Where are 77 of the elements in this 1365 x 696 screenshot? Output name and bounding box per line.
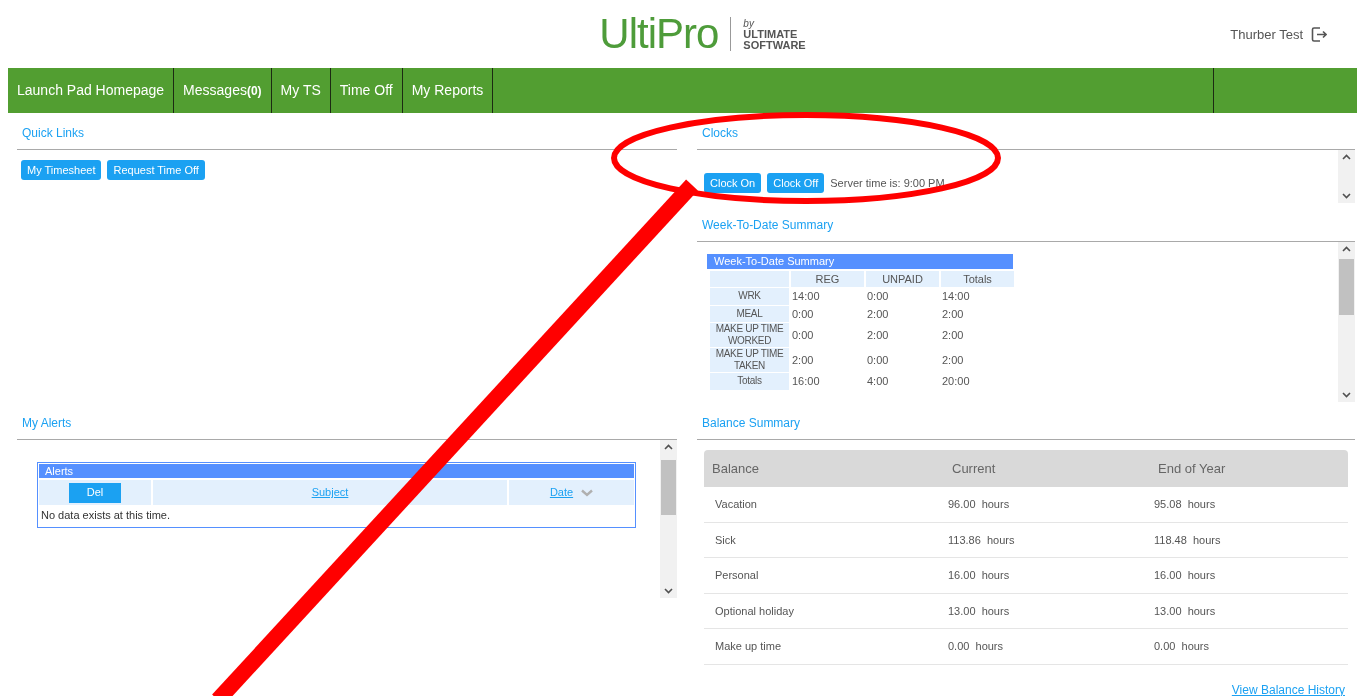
user-name: Thurber Test (1230, 26, 1303, 44)
table-cell-text: 14:00 (791, 289, 821, 304)
table-cell-text: 0:00 (791, 306, 815, 322)
table-cell-text: 2:00 (941, 327, 965, 343)
link-button[interactable]: Request Time Off (107, 160, 205, 180)
logout-icon[interactable] (1311, 26, 1327, 44)
nav-link[interactable]: Time Off (330, 68, 403, 113)
table-cell-text: 2:00 (941, 306, 965, 322)
table-cell-text: 0.00 hours (1154, 639, 1211, 654)
logo-company: ULTIMATE (743, 28, 799, 40)
scroll-down-icon[interactable] (664, 588, 673, 594)
scrollbar[interactable] (1338, 242, 1355, 402)
table-cell-text: Personal (715, 568, 760, 583)
column-header: Balance (712, 459, 760, 478)
table-cell-text: 118.48 hours (1154, 532, 1222, 548)
nav-link[interactable]: Launch Pad Homepage (8, 68, 175, 113)
section-title: My Alerts (22, 415, 72, 432)
section-title: Quick Links (22, 125, 85, 142)
row-header: WRK (710, 288, 789, 305)
scroll-up-icon[interactable] (664, 444, 673, 450)
column-header: End of Year (1158, 459, 1227, 478)
logo-company: SOFTWARE (743, 39, 806, 51)
scroll-down-icon[interactable] (1342, 193, 1351, 199)
table-cell-text: Sick (715, 532, 737, 548)
scrollbar[interactable] (1338, 150, 1355, 203)
column-header: Current (952, 459, 997, 478)
table-cell-text: 0:00 (791, 327, 815, 343)
column-header: UNPAID (866, 271, 939, 287)
section-title: Clocks (702, 125, 738, 142)
table-cell-text: Make up time (715, 639, 783, 654)
column-header: REG (791, 271, 864, 287)
column-sort-link[interactable]: Date (549, 484, 574, 501)
table-cell-text: 2:00 (791, 352, 815, 368)
table-caption: Alerts (39, 464, 634, 478)
section-title: Week-To-Date Summary (702, 217, 834, 234)
table-cell-text: 96.00 hours (948, 497, 1011, 512)
row-header: MAKE UP TIME TAKEN (710, 348, 789, 372)
table-caption: Week-To-Date Summary (707, 254, 1013, 269)
scroll-up-icon[interactable] (1342, 154, 1351, 160)
table-cell-text: 14:00 (941, 289, 971, 304)
table-cell-text: 16:00 (791, 374, 821, 389)
table-cell-text: 2:00 (866, 327, 890, 343)
table-cell-text: 13.00 hours (948, 603, 1011, 619)
link-button[interactable]: Clock Off (767, 173, 825, 193)
table-cell-text: 0.00 hours (948, 639, 1005, 654)
table-cell-text: 113.86 hours (948, 532, 1016, 548)
row-header: Totals (710, 373, 789, 390)
row-header: MEAL (710, 305, 789, 322)
table-cell-text: 95.08 hours (1154, 497, 1217, 512)
table-cell-text: 13.00 hours (1154, 603, 1217, 619)
empty-message: No data exists at this time. (40, 508, 171, 523)
table-cell-text: Vacation (715, 497, 758, 512)
logo-wordmark: UltiPro (599, 13, 719, 55)
scroll-down-icon[interactable] (1342, 392, 1351, 398)
nav-link[interactable]: Messages(0) (174, 68, 272, 113)
table-cell-text: 16.00 hours (1154, 568, 1217, 583)
table-cell-text: 2:00 (941, 352, 965, 368)
table-cell-text: 4:00 (866, 374, 890, 389)
table-cell-text: 0:00 (866, 289, 890, 304)
link-button[interactable]: Clock On (704, 173, 762, 193)
delete-button[interactable]: Del (69, 482, 121, 503)
table-cell-text: 16.00 hours (948, 568, 1011, 583)
column-sort-link[interactable]: Subject (311, 484, 349, 501)
section-title: Balance Summary (702, 415, 801, 432)
row-header: MAKE UP TIME WORKED (710, 323, 789, 347)
table-cell-text: 2:00 (866, 306, 890, 322)
view-history-link[interactable]: View Balance History (1231, 680, 1345, 696)
table-cell-text: Optional holiday (715, 603, 795, 619)
link-button[interactable]: My Timesheet (21, 160, 102, 180)
column-header: Totals (941, 271, 1014, 287)
nav-link[interactable]: My Reports (402, 68, 494, 113)
logo-byline: by (743, 17, 755, 29)
scrollbar[interactable] (660, 440, 677, 598)
nav-link[interactable]: My TS (271, 68, 331, 113)
table-cell-text: 0:00 (866, 352, 890, 368)
table-cell-text: 20:00 (941, 374, 971, 389)
scroll-up-icon[interactable] (1342, 246, 1351, 252)
